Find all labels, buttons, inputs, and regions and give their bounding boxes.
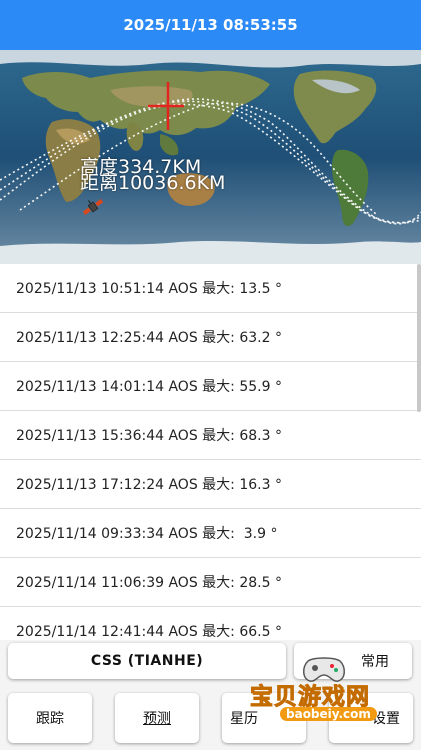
ephemeris-button[interactable]: 星历 [222,693,306,743]
world-map-image [0,50,421,264]
pass-list[interactable]: 2025/11/13 10:51:14 AOS 最大: 13.5 ° 2025/… [0,264,421,640]
common-button[interactable]: 常用 [294,643,412,679]
pass-row[interactable]: 2025/11/13 10:51:14 AOS 最大: 13.5 ° [0,264,421,313]
settings-label: 设置 [372,711,400,727]
world-map[interactable]: 高度334.7KM 距离10036.6KM [0,50,421,264]
distance-label: 距离10036.6KM [80,172,226,194]
pass-row[interactable]: 2025/11/13 12:25:44 AOS 最大: 63.2 ° [0,313,421,362]
predict-button[interactable]: 预测 [115,693,199,743]
predict-label: 预测 [143,711,171,727]
crosshair-icon [148,82,184,130]
satellite-select-button[interactable]: CSS (TIANHE) [8,643,286,679]
pass-text: 2025/11/13 14:01:14 AOS 最大: 55.9 ° [16,379,282,395]
pass-text: 2025/11/14 12:41:44 AOS 最大: 66.5 ° [16,624,282,640]
pass-row[interactable]: 2025/11/14 11:06:39 AOS 最大: 28.5 ° [0,558,421,607]
track-label: 跟踪 [36,711,64,727]
pass-text: 2025/11/13 10:51:14 AOS 最大: 13.5 ° [16,281,282,297]
pass-text: 2025/11/13 15:36:44 AOS 最大: 68.3 ° [16,428,282,444]
settings-button[interactable]: 设置 [329,693,413,743]
pass-row[interactable]: 2025/11/13 15:36:44 AOS 最大: 68.3 ° [0,411,421,460]
pass-text: 2025/11/13 17:12:24 AOS 最大: 16.3 ° [16,477,282,493]
satellite-select-label: CSS (TIANHE) [90,653,204,669]
satellite-icon [82,199,104,215]
current-datetime: 2025/11/13 08:53:55 [123,16,298,34]
common-label: 常用 [361,654,389,670]
track-button[interactable]: 跟踪 [8,693,92,743]
pass-row[interactable]: 2025/11/13 14:01:14 AOS 最大: 55.9 ° [0,362,421,411]
pass-row[interactable]: 2025/11/13 17:12:24 AOS 最大: 16.3 ° [0,460,421,509]
status-header: 2025/11/13 08:53:55 [0,0,421,50]
list-scrollbar[interactable] [417,264,421,412]
pass-row[interactable]: 2025/11/14 09:33:34 AOS 最大: 3.9 ° [0,509,421,558]
pass-row[interactable]: 2025/11/14 12:41:44 AOS 最大: 66.5 ° [0,607,421,640]
ephemeris-label: 星历 [230,711,258,727]
pass-text: 2025/11/13 12:25:44 AOS 最大: 63.2 ° [16,330,282,346]
pass-text: 2025/11/14 11:06:39 AOS 最大: 28.5 ° [16,575,282,591]
pass-text: 2025/11/14 09:33:34 AOS 最大: 3.9 ° [16,526,278,542]
